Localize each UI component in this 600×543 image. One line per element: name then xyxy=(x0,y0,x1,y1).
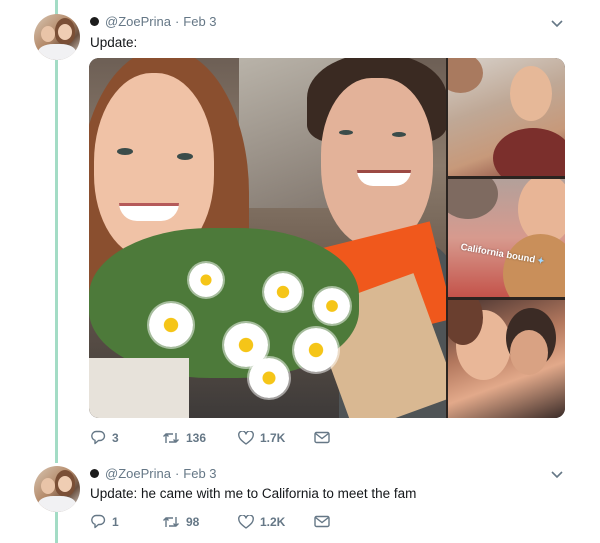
photo-detail xyxy=(448,179,498,219)
photo-detail xyxy=(493,128,565,176)
reply-count: 1 xyxy=(112,514,119,529)
avatar-face xyxy=(58,476,72,492)
photo-detail xyxy=(339,130,353,135)
tweet-date[interactable]: Feb 3 xyxy=(183,466,216,481)
like-button[interactable]: 1.2K xyxy=(238,514,314,529)
tweet-text: Update: he came with me to California to… xyxy=(90,486,417,501)
heart-icon xyxy=(238,430,254,445)
photo-detail xyxy=(510,330,548,375)
reply-button[interactable]: 3 xyxy=(90,430,162,445)
like-count: 1.7K xyxy=(260,430,286,445)
chevron-down-icon[interactable] xyxy=(550,468,564,482)
photo-detail xyxy=(448,58,483,93)
envelope-icon xyxy=(314,515,330,528)
reply-count: 3 xyxy=(112,430,119,445)
avatar-shirt xyxy=(38,44,76,60)
avatar[interactable] xyxy=(34,14,80,60)
avatar-shirt xyxy=(38,496,76,512)
photo-detail xyxy=(117,148,133,155)
tweet-actions: 1 98 1.2K xyxy=(90,514,330,529)
photo-detail xyxy=(177,153,193,160)
reply-icon xyxy=(91,514,106,529)
avatar-face xyxy=(58,24,72,40)
tweet-text: Update: xyxy=(90,35,138,50)
avatar[interactable] xyxy=(34,466,80,512)
photo-detail xyxy=(321,78,433,248)
heart-icon xyxy=(238,514,254,529)
flower xyxy=(264,273,302,311)
dot-icon xyxy=(90,17,99,26)
avatar-face xyxy=(41,478,55,494)
flower xyxy=(294,328,338,372)
retweet-button[interactable]: 98 xyxy=(162,515,238,529)
message-button[interactable] xyxy=(314,431,330,444)
flower xyxy=(314,288,350,324)
photo-detail xyxy=(357,170,411,186)
photo-detail xyxy=(510,66,552,121)
like-count: 1.2K xyxy=(260,514,286,529)
tweet-date[interactable]: Feb 3 xyxy=(183,14,216,29)
retweet-button[interactable]: 136 xyxy=(162,431,238,445)
author-handle[interactable]: @ZoePrina xyxy=(105,466,171,481)
like-button[interactable]: 1.7K xyxy=(238,430,314,445)
photo-detail xyxy=(119,203,179,221)
retweet-count: 136 xyxy=(186,430,207,445)
message-button[interactable] xyxy=(314,515,330,528)
flower xyxy=(189,263,223,297)
flower xyxy=(249,358,289,398)
photo-main[interactable] xyxy=(89,58,446,418)
separator: · xyxy=(174,466,180,481)
retweet-count: 98 xyxy=(186,514,200,529)
photo-detail xyxy=(89,358,189,418)
tweet-actions: 3 136 1.7K xyxy=(90,430,330,445)
tweet[interactable]: @ZoePrina · Feb 3 Update: he came with m… xyxy=(0,458,600,543)
retweet-icon xyxy=(163,516,179,527)
separator: · xyxy=(174,14,180,29)
photo-thumbnail[interactable] xyxy=(448,58,565,176)
reply-button[interactable]: 1 xyxy=(90,514,162,529)
photo-thumbnail[interactable] xyxy=(448,300,565,418)
flower xyxy=(149,303,193,347)
chevron-down-icon[interactable] xyxy=(550,17,564,31)
photo-thumbnail[interactable]: California bound✦ xyxy=(448,179,565,297)
retweet-icon xyxy=(163,432,179,443)
tweet[interactable]: @ZoePrina · Feb 3 Update: California bou… xyxy=(0,0,600,455)
reply-icon xyxy=(91,430,106,445)
photo-detail xyxy=(392,132,406,137)
media-grid[interactable]: California bound✦ xyxy=(89,58,565,418)
dot-icon xyxy=(90,469,99,478)
envelope-icon xyxy=(314,431,330,444)
author-handle[interactable]: @ZoePrina xyxy=(105,14,171,29)
tweet-header: @ZoePrina · Feb 3 xyxy=(90,14,217,29)
tweet-header: @ZoePrina · Feb 3 xyxy=(90,466,217,481)
avatar-face xyxy=(41,26,55,42)
